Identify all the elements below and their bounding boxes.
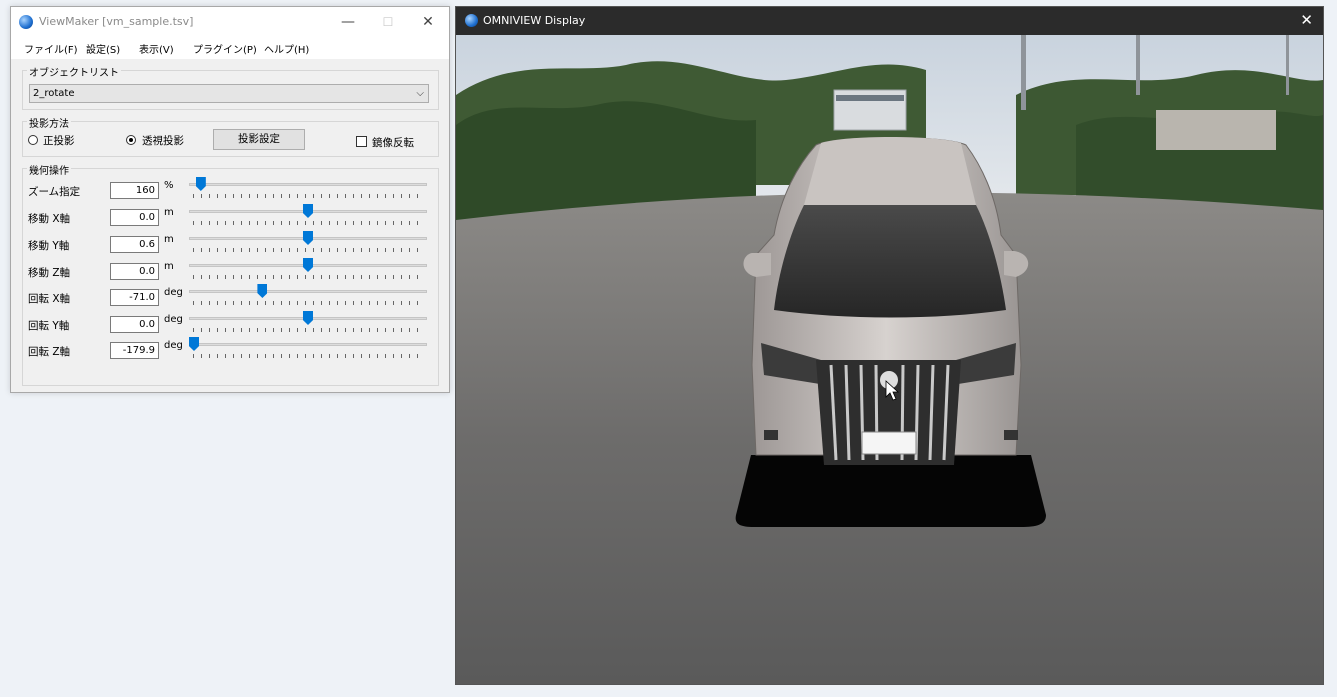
geometry-row-label: 回転 Z軸 <box>28 346 71 358</box>
geometry-row-label: 回転 X軸 <box>28 293 71 305</box>
object-list-combo[interactable]: 2_rotate ⌵ <box>29 84 429 103</box>
distant-house <box>1156 110 1276 150</box>
license-plate <box>861 431 917 455</box>
slider-ticks <box>193 194 423 198</box>
viewmaker-titlebar[interactable]: ViewMaker [vm_sample.tsv] — ☐ ✕ <box>11 7 449 37</box>
slider-thumb[interactable] <box>189 337 199 351</box>
geometry-unit: deg <box>164 340 183 351</box>
slider-track[interactable] <box>189 343 427 346</box>
menu-help[interactable]: ヘルプ(H) <box>264 41 309 56</box>
geometry-value-input[interactable]: 0.0 <box>110 263 159 280</box>
persp-label: 透視投影 <box>142 135 184 147</box>
geometry-value-input[interactable]: 0.6 <box>110 236 159 253</box>
app-globe-icon <box>465 14 478 27</box>
object-list-label: オブジェクトリスト <box>27 64 121 79</box>
car-right-foglight <box>1004 430 1018 440</box>
projection-group: 投影方法 正投影 透視投影 投影設定 鏡像反転 <box>22 115 439 157</box>
minimize-button[interactable]: — <box>328 7 368 37</box>
ortho-label: 正投影 <box>43 135 75 147</box>
slider-thumb[interactable] <box>303 231 313 245</box>
car-left-foglight <box>764 430 778 440</box>
geometry-unit: deg <box>164 287 183 298</box>
mirror-label: 鏡像反転 <box>372 137 414 149</box>
maximize-button[interactable]: ☐ <box>368 7 408 37</box>
geometry-unit: m <box>164 207 174 218</box>
menu-file[interactable]: ファイル(F) <box>24 41 78 56</box>
geometry-unit: % <box>164 180 174 191</box>
building-sign <box>836 95 904 101</box>
slider-thumb[interactable] <box>303 258 313 272</box>
slider-ticks <box>193 301 423 305</box>
geometry-row-label: 回転 Y軸 <box>28 320 70 332</box>
slider-thumb[interactable] <box>303 311 313 325</box>
geometry-unit: m <box>164 234 174 245</box>
geometry-value-input[interactable]: 0.0 <box>110 209 159 226</box>
car-shadow <box>735 455 1046 527</box>
viewmaker-title: ViewMaker [vm_sample.tsv] <box>39 15 194 28</box>
geometry-value-input[interactable]: -179.9 <box>110 342 159 359</box>
chevron-down-icon: ⌵ <box>416 88 424 99</box>
app-globe-icon <box>19 15 33 29</box>
close-button[interactable]: ✕ <box>408 7 448 37</box>
slider-track[interactable] <box>189 183 427 186</box>
slider-ticks <box>193 275 423 279</box>
viewmaker-window: ViewMaker [vm_sample.tsv] — ☐ ✕ ファイル(F) … <box>10 6 450 393</box>
omniview-display-window: OMNIVIEW Display ✕ <box>455 6 1324 685</box>
utility-pole <box>1136 35 1140 95</box>
geometry-unit: deg <box>164 314 183 325</box>
slider-thumb[interactable] <box>195 177 206 191</box>
geometry-label: 幾何操作 <box>27 162 71 177</box>
car-roof <box>804 137 976 205</box>
display-titlebar[interactable]: OMNIVIEW Display ✕ <box>456 7 1323 35</box>
slider-ticks <box>193 328 423 332</box>
menu-settings[interactable]: 設定(S) <box>86 41 120 56</box>
object-list-group: オブジェクトリスト 2_rotate ⌵ <box>22 64 439 110</box>
menu-bar: ファイル(F) 設定(S) 表示(V) プラグイン(P) ヘルプ(H) <box>11 37 449 60</box>
utility-pole <box>1021 35 1026 110</box>
geometry-row-label: 移動 Z軸 <box>28 267 71 279</box>
slider-thumb[interactable] <box>257 284 268 298</box>
persp-radio[interactable] <box>126 135 136 145</box>
slider-track[interactable] <box>189 290 427 293</box>
geometry-unit: m <box>164 261 174 272</box>
projection-label: 投影方法 <box>27 115 71 130</box>
menu-plugin[interactable]: プラグイン(P) <box>193 41 257 56</box>
mirror-checkbox[interactable] <box>356 136 367 147</box>
utility-pole <box>1286 35 1289 95</box>
slider-ticks <box>193 248 423 252</box>
slider-ticks <box>193 354 423 358</box>
menu-view[interactable]: 表示(V) <box>139 41 174 56</box>
geometry-row-label: 移動 X軸 <box>28 213 71 225</box>
geometry-row-label: 移動 Y軸 <box>28 240 70 252</box>
omniview-3d-view[interactable] <box>456 35 1323 684</box>
projection-settings-button[interactable]: 投影設定 <box>213 129 305 150</box>
geometry-value-input[interactable]: -71.0 <box>110 289 159 306</box>
display-close-button[interactable]: ✕ <box>1300 11 1313 29</box>
object-list-selected: 2_rotate <box>33 88 75 99</box>
geometry-row-label: ズーム指定 <box>28 186 81 198</box>
display-title: OMNIVIEW Display <box>483 14 586 27</box>
ortho-radio[interactable] <box>28 135 38 145</box>
geometry-value-input[interactable]: 0.0 <box>110 316 159 333</box>
geometry-group: 幾何操作 ズーム指定 160% 移動 X軸 0.0 m 移動 Y軸 0.6 m 移動 Z軸 0.0… <box>22 162 439 386</box>
geometry-value-input[interactable]: 160 <box>110 182 159 199</box>
car-windshield <box>774 205 1006 318</box>
slider-ticks <box>193 221 423 225</box>
slider-thumb[interactable] <box>303 204 313 218</box>
